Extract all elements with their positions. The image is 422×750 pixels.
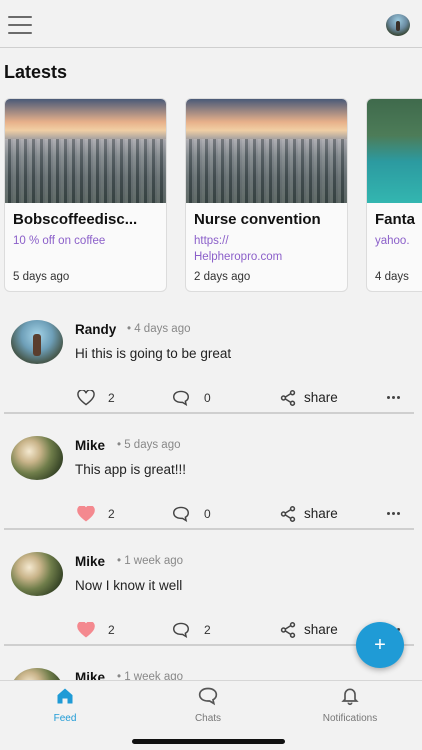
section-title: Latests xyxy=(4,62,68,82)
share-button[interactable]: share xyxy=(304,390,338,405)
comment-icon[interactable] xyxy=(172,622,190,638)
post-time: • 4 days ago xyxy=(127,323,191,335)
top-bar xyxy=(0,0,422,48)
tab-label: Notifications xyxy=(322,713,378,724)
post-author[interactable]: Randy xyxy=(75,322,116,337)
like-count: 2 xyxy=(108,623,115,637)
bell-icon xyxy=(341,688,359,706)
profile-avatar[interactable] xyxy=(386,14,410,36)
card-image xyxy=(186,99,347,203)
card-age: 4 days xyxy=(375,271,409,283)
latest-card[interactable]: Nurse convention https://Helpheropro.com… xyxy=(185,98,348,292)
tab-feed[interactable]: Feed xyxy=(5,681,125,731)
more-options-icon[interactable] xyxy=(387,396,402,399)
share-icon[interactable] xyxy=(279,505,297,523)
share-icon[interactable] xyxy=(279,389,297,407)
post-time: • 1 week ago xyxy=(117,555,184,567)
divider xyxy=(4,644,414,646)
hamburger-menu-icon[interactable] xyxy=(8,16,32,34)
divider xyxy=(4,412,414,414)
comment-icon[interactable] xyxy=(172,506,190,522)
like-count: 2 xyxy=(108,507,115,521)
card-age: 2 days ago xyxy=(194,271,251,283)
tab-chats[interactable]: Chats xyxy=(148,681,268,731)
user-avatar[interactable] xyxy=(11,436,63,480)
heart-filled-icon[interactable] xyxy=(77,622,95,638)
comment-count: 2 xyxy=(204,623,211,637)
card-link[interactable]: https://Helpheropro.com xyxy=(194,233,282,265)
share-icon[interactable] xyxy=(279,621,297,639)
post-actions: 2 0 share xyxy=(0,504,422,524)
post-message: Now I know it well xyxy=(75,578,183,593)
share-button[interactable]: share xyxy=(304,506,338,521)
feed-post: Mike • 1 week ago xyxy=(0,668,422,680)
post-message: Hi this is going to be great xyxy=(75,346,232,361)
post-message: This app is great!!! xyxy=(75,462,187,477)
card-link[interactable]: yahoo. xyxy=(375,233,410,249)
post-author[interactable]: Mike xyxy=(75,670,105,680)
card-title: Fanta xyxy=(375,211,416,228)
card-title: Bobscoffeedisc... xyxy=(13,211,138,228)
latest-card[interactable]: Bobscoffeedisc... 10 % off on coffee 5 d… xyxy=(4,98,167,292)
user-avatar[interactable] xyxy=(11,668,63,680)
user-avatar[interactable] xyxy=(11,320,63,364)
card-image xyxy=(5,99,166,203)
like-count: 2 xyxy=(108,391,115,405)
post-author[interactable]: Mike xyxy=(75,438,105,453)
home-icon xyxy=(57,688,73,704)
post-author[interactable]: Mike xyxy=(75,554,105,569)
heart-filled-icon[interactable] xyxy=(77,506,95,522)
card-title: Nurse convention xyxy=(194,211,321,228)
share-button[interactable]: share xyxy=(304,622,338,637)
comment-count: 0 xyxy=(204,507,211,521)
latest-card[interactable]: Fanta yahoo. 4 days xyxy=(366,98,422,292)
heart-icon[interactable] xyxy=(77,390,95,406)
comment-count: 0 xyxy=(204,391,211,405)
more-options-icon[interactable] xyxy=(387,512,402,515)
home-indicator xyxy=(132,739,285,744)
card-link[interactable]: 10 % off on coffee xyxy=(13,233,105,249)
user-avatar[interactable] xyxy=(11,552,63,596)
post-time: • 5 days ago xyxy=(117,439,181,451)
latests-carousel[interactable]: Bobscoffeedisc... 10 % off on coffee 5 d… xyxy=(4,98,422,293)
card-age: 5 days ago xyxy=(13,271,70,283)
divider xyxy=(4,528,414,530)
tab-notifications[interactable]: Notifications xyxy=(290,681,410,731)
tab-label: Chats xyxy=(194,713,222,724)
add-post-button[interactable]: + xyxy=(356,622,404,668)
post-time: • 1 week ago xyxy=(117,671,184,680)
post-actions: 2 0 share xyxy=(0,388,422,408)
card-image xyxy=(367,99,422,203)
comment-icon[interactable] xyxy=(172,390,190,406)
tab-label: Feed xyxy=(53,713,77,724)
chat-icon xyxy=(198,687,218,706)
